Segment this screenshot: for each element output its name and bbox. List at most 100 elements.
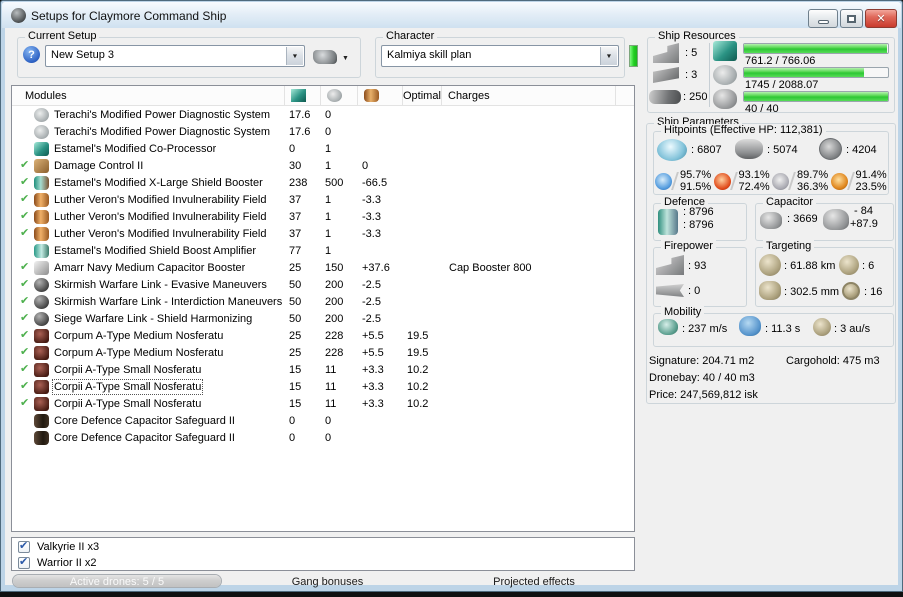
module-powergrid-value: 1 [325,142,332,155]
modules-table: Modules Optimal Charges Terachi's Modifi… [11,85,635,532]
module-cap-value: +3.3 [362,397,384,410]
module-row[interactable]: Skirmish Warfare Link - Evasive Maneuver… [12,276,634,293]
module-row[interactable]: Core Defence Capacitor Safeguard II 0 0 [12,429,634,446]
module-name: Terachi's Modified Power Diagnostic Syst… [54,108,271,121]
module-powergrid-value: 1 [325,159,332,172]
cpu-column-header[interactable] [285,86,321,105]
module-row[interactable]: Estamel's Modified X-Large Shield Booste… [12,174,634,191]
module-optimal-value: 10.2 [407,397,429,410]
module-row[interactable]: Skirmish Warfare Link - Interdiction Man… [12,293,634,310]
module-cpu-value: 15 [289,363,302,376]
active-check-icon[interactable] [20,211,34,222]
active-drones-text: Active drones: 5 / 5 [69,576,165,588]
resist-icon [655,172,672,190]
module-row[interactable]: Estamel's Modified Shield Boost Amplifie… [12,242,634,259]
powergrid-column-header[interactable] [321,86,358,105]
active-check-icon[interactable] [20,313,34,324]
module-row[interactable]: Core Defence Capacitor Safeguard II 0 0 [12,412,634,429]
maximize-button[interactable] [840,9,863,28]
module-row[interactable]: Amarr Navy Medium Capacitor Booster 25 1… [12,259,634,276]
active-check-icon[interactable] [20,194,34,205]
active-check-icon[interactable] [20,262,34,273]
module-row[interactable]: Terachi's Modified Power Diagnostic Syst… [12,106,634,123]
armor-resist-value: 23.5% [855,181,887,193]
drone-row[interactable]: Warrior II x2 [12,555,634,571]
resist-icon [772,172,789,190]
active-check-icon[interactable] [20,296,34,307]
active-check-icon[interactable] [20,381,34,392]
active-check-icon[interactable] [20,330,34,341]
module-name: Corpum A-Type Medium Nosferatu [54,346,224,359]
minimize-button[interactable] [808,9,838,28]
active-check-icon[interactable] [20,177,34,188]
character-select[interactable]: Kalmiya skill plan [381,45,619,67]
drone-checkbox[interactable] [18,557,30,569]
module-type-icon [34,226,49,241]
help-icon[interactable] [23,46,40,63]
module-row[interactable]: Corpii A-Type Small Nosferatu 15 11 +3.3… [12,395,634,412]
module-row[interactable]: Terachi's Modified Power Diagnostic Syst… [12,123,634,140]
drone-row[interactable]: Valkyrie II x3 [12,539,634,555]
targeting-label: Targeting [763,240,815,252]
module-row[interactable]: Corpum A-Type Medium Nosferatu 25 228 +5… [12,327,634,344]
armor-resist-value: 72.4% [738,181,770,193]
active-check-icon[interactable] [20,398,34,409]
module-cpu-value: 37 [289,193,302,206]
turret-dps-value: : 93 [688,260,707,272]
modules-column-header[interactable]: Modules [12,86,285,105]
active-check-icon[interactable] [20,279,34,290]
resist-divider [729,172,739,190]
module-name: Estamel's Modified X-Large Shield Booste… [54,176,263,189]
module-optimal-value: 10.2 [407,380,429,393]
module-row[interactable]: Siege Warfare Link - Shield Harmonizing … [12,310,634,327]
module-type-icon [34,175,49,190]
module-powergrid-value: 1 [325,244,332,257]
module-powergrid-value: 1 [325,227,332,240]
close-button[interactable] [865,9,897,28]
shield-resist-value: 95.7% [680,169,712,181]
module-row[interactable]: Luther Veron's Modified Invulnerability … [12,191,634,208]
module-cap-value: 0 [362,159,369,172]
drone-checkbox[interactable] [18,541,30,553]
module-row[interactable]: Damage Control II 30 1 0 [12,157,634,174]
targeting-range-value: : 61.88 km [784,260,836,272]
setup-select[interactable]: New Setup 3 [45,45,305,67]
resist-group: 93.1% 72.4% [713,167,773,195]
gang-bonuses-label: Gang bonuses [291,576,364,588]
drone-label: Warrior II x2 [37,557,97,569]
module-cpu-value: 77 [289,244,302,257]
chevron-down-icon[interactable] [600,47,617,65]
module-powergrid-value: 500 [325,176,344,189]
active-check-icon[interactable] [20,347,34,358]
hitpoints-label: Hitpoints (Effective HP: 112,381) [661,124,826,136]
chevron-down-icon[interactable] [286,47,303,65]
module-row[interactable]: Luther Veron's Modified Invulnerability … [12,208,634,225]
active-check-icon[interactable] [20,160,34,171]
armor-resist-value: 91.5% [680,181,712,193]
module-cap-value: +5.5 [362,329,384,342]
module-row[interactable]: Estamel's Modified Co-Processor 0 1 [12,140,634,157]
module-row[interactable]: Corpum A-Type Medium Nosferatu 25 228 +5… [12,344,634,361]
module-row[interactable]: Corpii A-Type Small Nosferatu 15 11 +3.3… [12,361,634,378]
launcher-hardpoints-value: : 3 [685,69,698,81]
optimal-column-header[interactable]: Optimal [403,86,442,105]
module-name: Estamel's Modified Shield Boost Amplifie… [54,244,257,257]
capacitor-label: Capacitor [763,196,817,208]
capacitor-column-header[interactable] [358,86,403,105]
titlebar[interactable]: Setups for Claymore Command Ship [2,2,901,28]
module-row[interactable]: Luther Veron's Modified Invulnerability … [12,225,634,242]
module-name: Luther Veron's Modified Invulnerability … [54,193,267,206]
app-icon [11,8,26,23]
module-name: Luther Veron's Modified Invulnerability … [54,227,267,240]
module-powergrid-value: 200 [325,312,344,325]
module-powergrid-value: 200 [325,278,344,291]
drone-label: Valkyrie II x3 [37,541,100,553]
module-row[interactable]: Corpii A-Type Small Nosferatu 15 11 +3.3… [12,378,634,395]
active-check-icon[interactable] [20,364,34,375]
cpu-bar [743,43,889,54]
active-check-icon[interactable] [20,228,34,239]
charges-column-header[interactable]: Charges [442,86,616,105]
ship-menu-button[interactable] [313,45,355,68]
module-name: Corpii A-Type Small Nosferatu [54,397,202,410]
cpu-icon [713,41,737,61]
